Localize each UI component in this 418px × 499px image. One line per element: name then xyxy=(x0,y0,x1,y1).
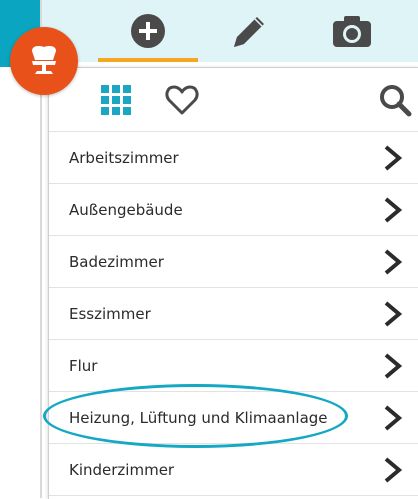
list-item-label: Außengebäude xyxy=(69,200,183,219)
brand-badge[interactable] xyxy=(10,27,78,95)
list-item[interactable]: Außengebäude xyxy=(49,184,418,236)
list-item[interactable]: Esszimmer xyxy=(49,288,418,340)
top-tab-bar xyxy=(42,0,418,62)
chevron-right-icon xyxy=(384,249,403,275)
camera-icon xyxy=(333,16,371,47)
list-item-label: Esszimmer xyxy=(69,304,151,323)
chevron-right-icon xyxy=(384,145,403,171)
tab-camera[interactable] xyxy=(302,0,402,62)
chevron-right-icon xyxy=(384,197,403,223)
room-category-panel: Arbeitszimmer Außengebäude Badezimmer Es… xyxy=(48,67,418,499)
active-tab-indicator xyxy=(98,58,198,62)
panel-toolbar xyxy=(49,68,418,132)
grid-icon xyxy=(101,85,131,115)
grid-view-button[interactable] xyxy=(96,80,136,120)
list-item[interactable]: Badezimmer xyxy=(49,236,418,288)
chevron-right-icon xyxy=(384,301,403,327)
list-item[interactable]: Arbeitszimmer xyxy=(49,132,418,184)
chair-icon xyxy=(32,46,56,74)
room-list: Arbeitszimmer Außengebäude Badezimmer Es… xyxy=(49,132,418,496)
search-icon xyxy=(380,85,412,117)
tab-edit[interactable] xyxy=(200,0,300,62)
plus-circle-icon xyxy=(131,14,165,48)
list-item-label: Kinderzimmer xyxy=(69,460,175,479)
list-item-label: Heizung, Lüftung und Klimaanlage xyxy=(69,408,328,427)
chevron-right-icon xyxy=(384,405,403,431)
list-item-label: Arbeitszimmer xyxy=(69,148,179,167)
favorites-button[interactable] xyxy=(162,80,202,120)
list-item[interactable]: Kinderzimmer xyxy=(49,444,418,496)
pencil-icon xyxy=(234,17,264,47)
search-button[interactable] xyxy=(375,80,415,120)
tab-add[interactable] xyxy=(98,0,198,62)
list-item-highlighted[interactable]: Heizung, Lüftung und Klimaanlage xyxy=(49,392,418,444)
chevron-right-icon xyxy=(384,353,403,379)
heart-icon xyxy=(165,85,199,115)
list-item-label: Badezimmer xyxy=(69,252,164,271)
list-item-label: Flur xyxy=(69,356,98,375)
list-item[interactable]: Flur xyxy=(49,340,418,392)
chevron-right-icon xyxy=(384,457,403,483)
